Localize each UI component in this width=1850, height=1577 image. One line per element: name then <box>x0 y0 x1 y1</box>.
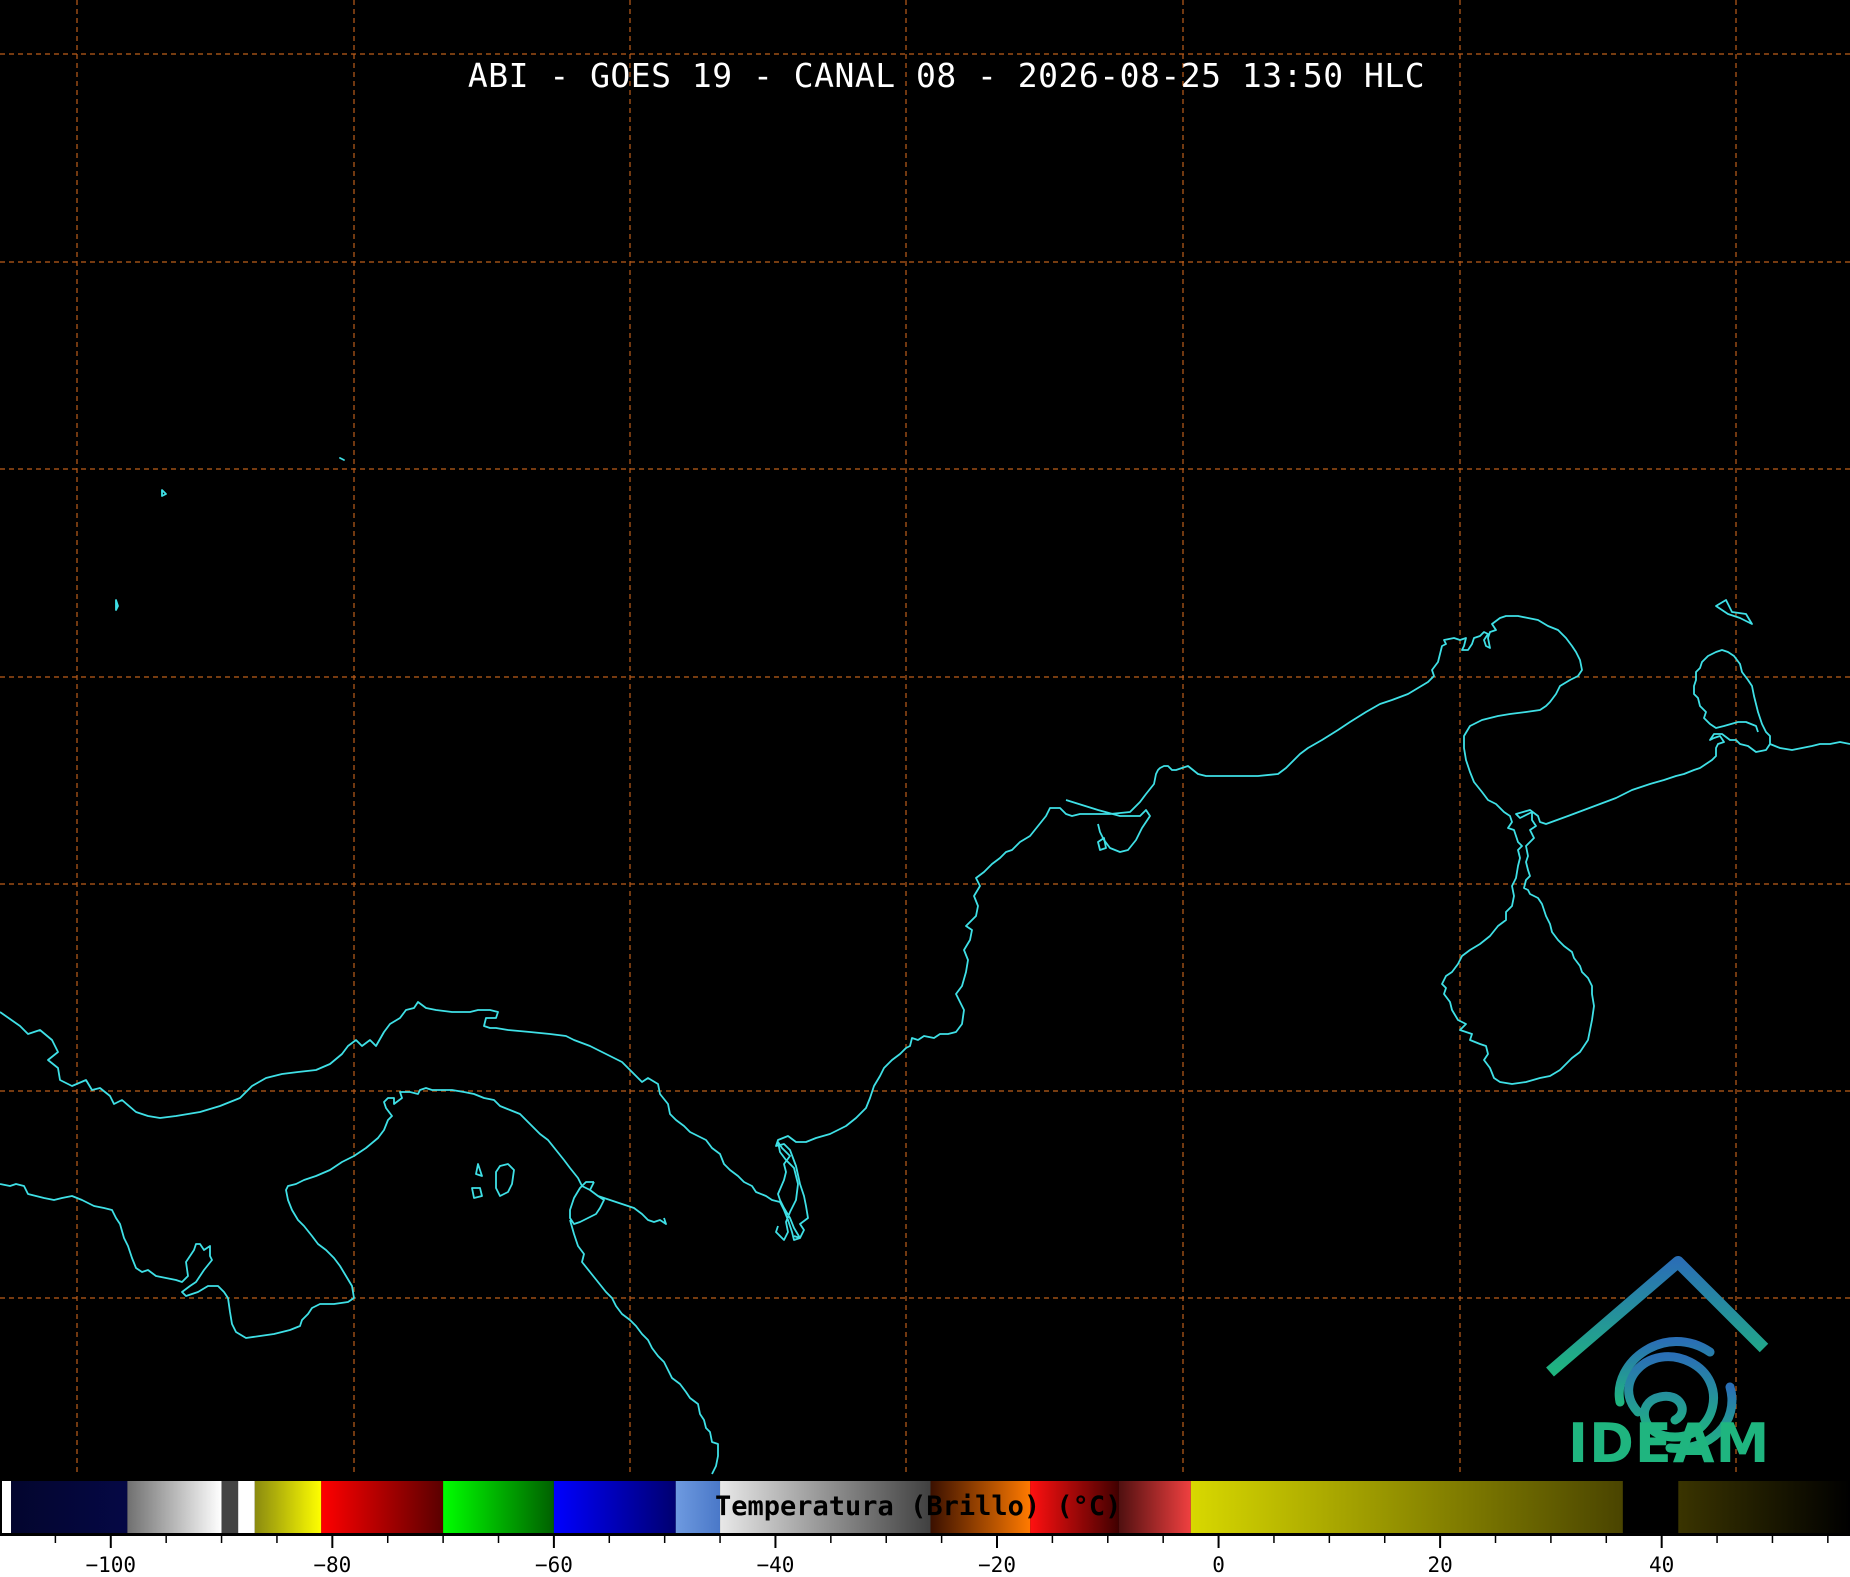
coastline-island <box>1715 599 1753 625</box>
coastline-island <box>475 1163 483 1177</box>
colorbar-ticks: −100 −80 −60 −40 −20 0 20 40 <box>0 1534 1850 1577</box>
satellite-map: −100 −80 −60 −40 −20 0 20 40 ABI - GOES 19 - CA… <box>0 0 1850 1577</box>
coastline-island <box>495 1163 515 1197</box>
coastline-caribbean <box>0 615 1850 1241</box>
colorbar-tick-label: −80 <box>313 1553 351 1577</box>
logo-text: IDEAM <box>1568 1412 1771 1475</box>
map-title: ABI - GOES 19 - CANAL 08 - 2026-08-25 13… <box>467 56 1426 95</box>
colorbar-tick-label: −100 <box>85 1553 136 1577</box>
colorbar-tick-label: 40 <box>1649 1553 1674 1577</box>
coastline-peninsula <box>1065 799 1151 853</box>
colorbar-label: Temperatura (Brillo) (°C) <box>715 1491 1122 1522</box>
colorbar-segment <box>675 1480 721 1534</box>
colorbar-tick-label: −60 <box>535 1553 573 1577</box>
colorbar-segment <box>443 1480 554 1534</box>
colorbar-segment <box>238 1480 255 1534</box>
colorbar-segment <box>1190 1480 1623 1534</box>
coastline-island <box>161 489 167 497</box>
colorbar-segment <box>127 1480 222 1534</box>
colorbar-segment <box>553 1480 676 1534</box>
coastline-island <box>115 599 119 611</box>
colorbar-segment <box>321 1480 444 1534</box>
coastline-island <box>471 1187 483 1199</box>
coastline-island <box>339 457 345 461</box>
colorbar-segment <box>11 1480 128 1534</box>
colorbar-segment <box>1622 1480 1679 1534</box>
colorbar-segment <box>254 1480 322 1534</box>
colorbar-tick-label: 0 <box>1212 1553 1225 1577</box>
colorbar-segment <box>1118 1480 1191 1534</box>
colorbar-tick-label: 20 <box>1427 1553 1452 1577</box>
colorbar-tick-label: −20 <box>978 1553 1016 1577</box>
colorbar-segment <box>1678 1480 1850 1534</box>
coastline-pacific <box>0 1087 719 1475</box>
colorbar-tick-label: −40 <box>756 1553 794 1577</box>
colorbar-segment <box>221 1480 239 1534</box>
